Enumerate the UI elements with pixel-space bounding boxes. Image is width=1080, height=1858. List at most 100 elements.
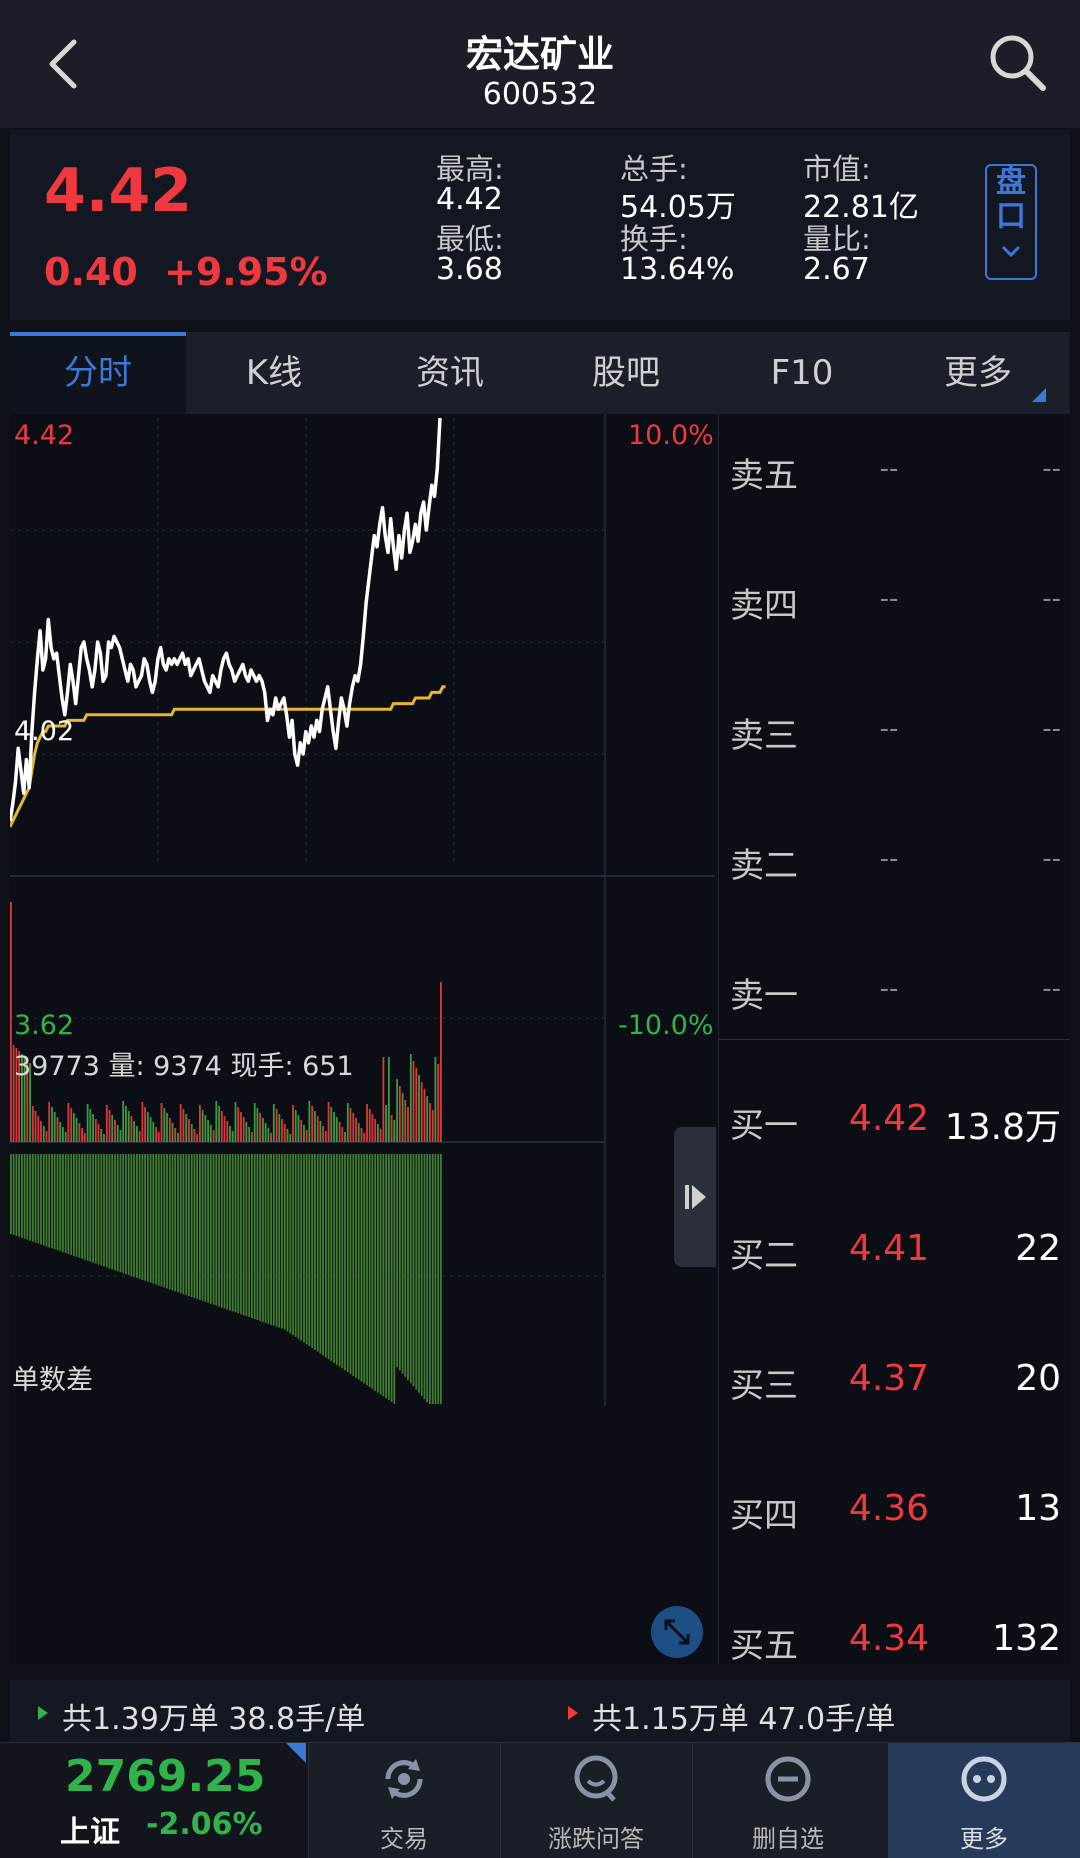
volume-bar (67, 1103, 70, 1142)
volume-bar (70, 1108, 73, 1142)
volume-bar (242, 1117, 245, 1142)
bid-price: 4.34 (848, 1618, 930, 1659)
diff-bar (330, 1154, 333, 1362)
diff-bar (70, 1154, 73, 1255)
bid-volume: 13 (1015, 1488, 1061, 1529)
pankou-char-2: 口 (996, 199, 1026, 234)
nav-remove-watchlist[interactable]: 删自选 (692, 1743, 884, 1858)
diff-bar (267, 1154, 270, 1324)
diff-bar (166, 1154, 168, 1289)
diff-bar (341, 1154, 344, 1369)
diff-bar (415, 1154, 418, 1390)
nav-qa[interactable]: 涨跌问答 (500, 1743, 692, 1858)
tab-news[interactable]: 资讯 (362, 332, 538, 414)
nav-trade[interactable]: 交易 (308, 1743, 500, 1858)
volume-header: 39773 量: 9374 现手: 651 (14, 1051, 354, 1082)
minus-circle-icon (765, 1756, 811, 1802)
volume-bar (374, 1119, 377, 1142)
ask-label: 卖三 (730, 716, 798, 756)
diff-bar (125, 1154, 127, 1275)
order-diff-header: 单数差 (12, 1365, 93, 1396)
diff-bar (253, 1154, 256, 1319)
diff-bar (355, 1154, 357, 1378)
play-collapse-icon (685, 1185, 706, 1209)
diff-bar (179, 1154, 182, 1294)
tab-f10[interactable]: F10 (714, 332, 890, 414)
diff-bar (248, 1154, 251, 1318)
volume-bar (105, 1105, 108, 1142)
volume-bar (275, 1109, 278, 1142)
diff-bar (357, 1154, 360, 1380)
volume-bar (185, 1114, 188, 1142)
diff-bar (333, 1154, 335, 1363)
bid-price: 4.42 (848, 1098, 930, 1139)
volume-bar (42, 1126, 45, 1142)
volume-bar (256, 1108, 259, 1142)
order-book-toggle-button[interactable]: 盘 口 (985, 164, 1037, 280)
stock-name: 宏达矿业 (466, 33, 614, 76)
collapse-panel-handle[interactable] (674, 1127, 716, 1267)
ask-volume: -- (1042, 454, 1061, 484)
diff-bar (67, 1154, 70, 1255)
volume-bar (355, 1118, 357, 1142)
tab-kline[interactable]: K线 (186, 332, 362, 414)
diff-bar (114, 1154, 116, 1271)
diff-bar (18, 1154, 20, 1237)
diff-bar (346, 1154, 349, 1373)
volume-bar (103, 1134, 105, 1142)
intraday-chart (10, 414, 715, 1406)
tab-intraday[interactable]: 分时 (10, 332, 186, 414)
volume-bar (396, 1079, 398, 1142)
volume-bar (141, 1102, 144, 1142)
diff-bar (174, 1154, 177, 1292)
diff-bar (404, 1154, 407, 1377)
volume-bar (116, 1125, 119, 1142)
bid-volume: 20 (1015, 1358, 1061, 1399)
diff-bar (182, 1154, 185, 1295)
volume-bar (426, 1096, 429, 1142)
volume-bar (31, 1106, 34, 1142)
volume-bar (357, 1123, 360, 1142)
volume-bar (272, 1104, 275, 1142)
diff-bar (292, 1154, 294, 1336)
diff-bar (83, 1154, 86, 1260)
bid-row-5: 买五 4.34 132 (719, 1610, 1071, 1670)
diff-bar (231, 1154, 234, 1312)
diff-bar (89, 1154, 92, 1262)
volume-bar (245, 1122, 248, 1142)
ask-price: -- (879, 584, 899, 614)
volume-bar (319, 1121, 322, 1142)
ask-row-1: 卖一 -- -- (719, 960, 1071, 1020)
diff-bar (352, 1154, 355, 1376)
diff-bar (366, 1154, 368, 1386)
diff-bar (289, 1154, 292, 1334)
diff-bar (245, 1154, 248, 1317)
search-icon[interactable] (985, 30, 1049, 94)
index-ticker[interactable]: 2769.25 上证 -2.06% (0, 1743, 308, 1858)
nav-more[interactable]: 更多 (888, 1743, 1080, 1858)
diff-bar (226, 1154, 229, 1310)
diff-bar (188, 1154, 190, 1297)
ask-label: 卖五 (730, 456, 798, 496)
bid-price: 4.36 (848, 1488, 930, 1529)
volume-bar (363, 1133, 366, 1142)
diff-bar (64, 1154, 67, 1254)
volume-bar (259, 1113, 261, 1142)
volume-bar (231, 1131, 234, 1142)
diff-bar (15, 1154, 18, 1236)
volume-bar (368, 1109, 371, 1142)
diff-bar (207, 1154, 209, 1303)
volume-bar (404, 1100, 407, 1142)
diff-bar (26, 1154, 29, 1240)
volume-bar (51, 1107, 53, 1142)
expand-icon[interactable] (651, 1606, 703, 1658)
diff-bar (116, 1154, 119, 1272)
diff-bar (229, 1154, 231, 1311)
diff-bar (393, 1154, 396, 1404)
volume-bar (133, 1121, 135, 1142)
volume-bar (78, 1123, 81, 1142)
tab-forum[interactable]: 股吧 (538, 332, 714, 414)
diff-bar (275, 1154, 278, 1327)
volume-bar (264, 1123, 267, 1142)
diff-bar (335, 1154, 338, 1365)
